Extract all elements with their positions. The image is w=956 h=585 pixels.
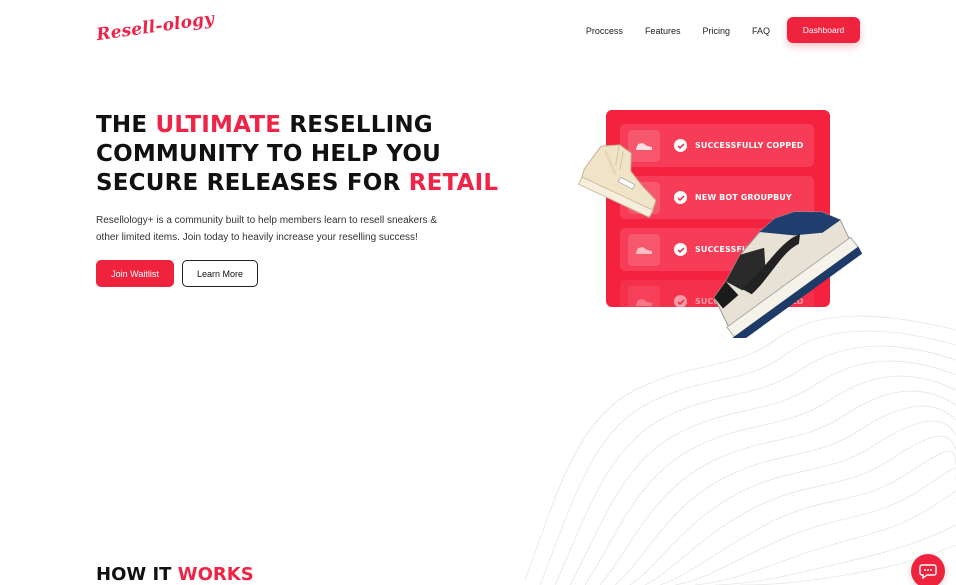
wave-lines-decoration [524,315,956,585]
join-waitlist-button[interactable]: Join Waitlist [96,260,174,287]
chat-bubble-icon[interactable] [911,554,945,585]
hero-title: THE ULTIMATE RESELLING COMMUNITY TO HELP… [96,111,516,198]
checkmark-icon [674,139,687,152]
blue-black-sneaker-image [713,211,863,338]
nav-item-faq[interactable]: FAQ [752,26,770,36]
cream-sneaker-image [577,144,657,218]
checkmark-icon [674,191,687,204]
hero-title-text: COMMUNITY TO HELP YOU [96,141,442,167]
hero-title-text: THE [96,112,156,138]
hero-title-text: SECURE RELEASES FOR [96,170,409,196]
hero-description: Resellology+ is a community built to hel… [96,215,437,243]
nav-item-features[interactable]: Features [645,26,681,36]
learn-more-button[interactable]: Learn More [182,260,258,287]
dashboard-button[interactable]: Dashboard [787,17,860,43]
how-it-works-accent: WORKS [177,564,254,585]
how-it-works-text: HOW IT [96,564,178,585]
brand-logo[interactable]: Resell-ology [95,9,215,45]
hero-title-text: RESELLING [281,112,433,138]
landing-page: Resell-ology Proccess Features Pricing F… [0,0,956,585]
nav-item-pricing[interactable]: Pricing [702,26,730,36]
sneaker-thumb-icon [628,285,660,307]
sneaker-thumb-icon [628,233,660,266]
hero-title-accent: RETAIL [408,170,499,196]
checkmark-icon [674,243,687,256]
top-nav: Proccess Features Pricing FAQ [586,26,770,36]
nav-item-process[interactable]: Proccess [586,26,623,36]
how-it-works-heading: HOW IT WORKS [96,564,254,585]
hero-title-accent: ULTIMATE [155,112,282,138]
notification-text: SUCCESSFULLY COPPED [695,141,804,150]
checkmark-icon [674,295,687,307]
